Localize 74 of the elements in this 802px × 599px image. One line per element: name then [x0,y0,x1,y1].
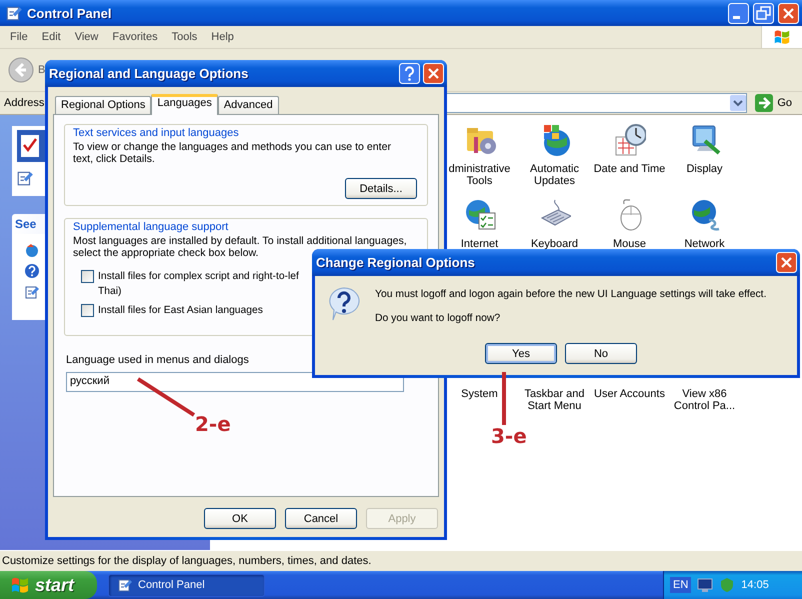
icon-label[interactable]: dministrative Tools [448,163,510,187]
menu-item[interactable]: View [68,31,106,43]
description-line: Most languages are installed by default. To install additional languages, [73,235,407,247]
icon-label[interactable]: Date and Time [594,163,666,175]
description-line: text, click Details. [73,153,155,165]
control-panel-icon [24,284,40,300]
checkbox-label[interactable]: Install files for East Asian languages [98,303,263,318]
field-label: Language used in menus and dialogs [66,354,250,366]
help-icon[interactable] [24,263,40,279]
tab[interactable]: Regional Options [55,96,152,114]
icon-label[interactable]: Mouse [612,238,646,250]
calendar-clock-icon[interactable] [614,123,646,157]
menu-item[interactable]: Tools [164,31,204,43]
minimize-button[interactable] [728,2,749,24]
annotation-label: 2-e [195,412,231,436]
close-button[interactable] [423,63,444,84]
dialog-message: You must logoff and logon again before the new UI Language settings will take effect. [375,289,766,300]
checkbox-label[interactable]: Install files for complex script and right-to-lef Thai) [98,269,299,299]
go-arrow-icon [755,94,774,112]
windows-flag-icon [773,28,791,46]
control-panel-icon [117,577,133,593]
language-indicator[interactable]: EN [670,577,692,593]
icon-label[interactable]: User Accounts [594,388,665,400]
globe-icon[interactable] [24,242,40,258]
menu-item[interactable]: Favorites [105,31,165,43]
icon-label[interactable]: Display [686,163,723,175]
taskbar-button[interactable]: Control Panel [108,574,265,596]
address-label: Address [4,97,44,109]
icon-label[interactable]: Automatic Updates [530,163,579,187]
dialog-title: Regional and Language Options [49,66,250,81]
leader-line [502,372,506,425]
checklist-icon [16,129,48,163]
tab[interactable]: Languages [151,94,218,115]
back-button-label[interactable]: B [38,64,46,76]
dialog-question: Do you want to logoff now? [375,313,502,324]
group-legend: Supplemental language support [71,221,230,233]
icon-label[interactable]: Keyboard [530,238,578,250]
dialog-title: Change Regional Options [316,255,476,270]
tab[interactable]: Advanced [218,96,279,114]
details-button[interactable]: Details... [345,178,417,199]
icon-label[interactable]: System [461,388,498,400]
checkbox[interactable] [81,270,94,283]
menu-item[interactable]: Edit [34,31,68,43]
restore-button[interactable] [753,2,774,24]
group-legend: Text services and input languages [71,127,241,139]
go-button[interactable]: Go [751,94,796,112]
language-field[interactable]: русский [66,372,404,392]
close-button[interactable] [778,2,799,24]
monitor-tray-icon[interactable] [697,577,714,593]
icon-label[interactable]: Taskbar and Start Menu [524,388,584,412]
dialog-button[interactable]: Cancel [285,508,357,529]
icon-label[interactable]: View x86 Control Pa... [674,388,736,412]
window-title: Control Panel [27,6,113,20]
globe-checklist-icon[interactable] [464,198,496,232]
icon-label[interactable]: Internet [460,238,498,250]
help-button[interactable] [399,63,420,84]
windows-flag-icon [10,575,30,595]
menu-item[interactable]: File [3,31,35,43]
checkbox[interactable] [81,304,94,317]
dialog-button[interactable]: OK [204,508,276,529]
leader-line [136,377,196,417]
close-button[interactable] [776,252,797,273]
description-line: select the appropriate check box below. [73,247,259,259]
start-button[interactable]: start [0,571,97,599]
menu-item[interactable]: Help [204,31,241,43]
dialog-button[interactable]: No [565,343,637,364]
question-bubble-icon [327,286,361,322]
annotation-label: 3-e [491,424,527,448]
control-panel-icon [16,169,34,187]
icon-label[interactable]: Network [684,238,725,250]
control-panel-icon [5,4,23,22]
clock: 14:05 [741,579,769,591]
description-line: To view or change the languages and methods you can use to enter [73,141,392,153]
dialog-button[interactable]: Yes [485,343,557,364]
